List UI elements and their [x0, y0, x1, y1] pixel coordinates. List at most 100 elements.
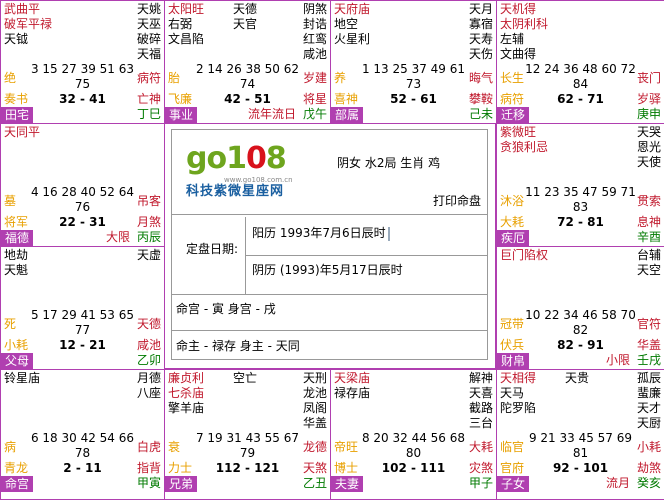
general-god: 亡神 [136, 92, 161, 106]
star-name: 咸池 [302, 47, 327, 61]
print-chart-link[interactable]: 打印命盘 [433, 194, 481, 208]
palace-cell-zi[interactable]: 天梁庙 禄存庙 解神 天喜 截路 三台 8 20 32 44 56 68 80 帝旺 大耗 博士 10… [330, 369, 497, 500]
star-name: 天刑 [302, 371, 327, 385]
left-star-list: 铃星庙 [4, 371, 40, 386]
year-god: 晦气 [468, 71, 493, 85]
palace-name: 事业 [165, 107, 198, 123]
star-name: 文昌陷 [168, 32, 205, 46]
star-name: 陀罗陷 [500, 401, 537, 415]
divider [245, 255, 487, 256]
growth-stage: 绝 [4, 71, 17, 85]
star-name: 贪狼利忌 [500, 140, 549, 154]
growth-stage: 长生 [500, 71, 525, 85]
star-name: 天虚 [136, 248, 161, 262]
star-name: 阴煞 [302, 2, 327, 16]
palace-cell-shen[interactable]: 天机得 太阴利科 左辅 文曲得 12 24 36 48 60 72 84 长生 丧门 病符 62 … [496, 0, 664, 124]
ming-shen-lord: 命主 - 禄存 身主 - 天同 [176, 339, 300, 353]
star-name: 地劫 [4, 248, 29, 262]
growth-stage: 病 [4, 440, 17, 454]
stem-branch: 丁巳 [136, 107, 161, 121]
left-star-list: 天机得 太阴利科 左辅 文曲得 [500, 2, 548, 62]
palace-name: 命宫 [1, 476, 34, 492]
flow-marker: 大限 [105, 230, 130, 244]
palace-cell-chou[interactable]: 廉贞利 七杀庙 擎羊庙 空亡 天刑 龙池 凤阁 华盖 7 19 31 43 55 67 79 衰龙德… [164, 369, 331, 500]
palace-cell-chen[interactable]: 天同平 4 16 28 40 52 64 76 墓吊客 将军 22 - 31 月煞 福德 大限丙… [0, 123, 165, 247]
right-star-list: 天哭 恩光 天使 [637, 125, 661, 170]
divider [172, 294, 487, 295]
divider [172, 330, 487, 331]
star-name: 孤辰 [636, 371, 661, 385]
go108-logo[interactable]: go108 www.go108.com.cn 科技紫微星座网 [186, 142, 293, 200]
center-inner: go108 www.go108.com.cn 科技紫微星座网 阴女 水2局 生肖… [171, 129, 488, 360]
general-god: 指背 [136, 461, 161, 475]
general-god: 息神 [636, 215, 661, 229]
right-star-list: 解神 天喜 截路 三台 [469, 371, 493, 431]
palace-cell-xu[interactable]: 巨门陷权 台辅 天空 10 22 34 46 58 70 82 冠带 官符 伏兵 82 - 91… [496, 246, 664, 370]
left-star-list: 太阳旺 右弼 文昌陷 [168, 2, 204, 47]
logo-tagline: 科技紫微星座网 [186, 184, 285, 199]
star-name: 擎羊庙 [168, 401, 205, 415]
middle-star-list: 天德 天官 [233, 2, 257, 32]
growth-stage: 衰 [168, 440, 181, 454]
year-god: 吊客 [136, 194, 161, 208]
right-star-list: 孤辰 蜚廉 天才 天厨 [637, 371, 661, 431]
year-god: 天德 [136, 317, 161, 331]
star-name: 七杀庙 [168, 386, 205, 400]
growth-stage: 冠带 [500, 317, 525, 331]
star-name: 蜚廉 [636, 386, 661, 400]
star-name: 天才 [636, 401, 661, 415]
star-name: 月德 [136, 371, 161, 385]
star-name: 截路 [468, 401, 493, 415]
star-name: 天空 [636, 263, 661, 277]
left-star-list: 巨门陷权 [500, 248, 548, 263]
right-star-list: 天姚 天巫 破碎 天福 [137, 2, 161, 62]
stem-branch: 乙卯 [136, 353, 161, 367]
growth-stage: 墓 [4, 194, 17, 208]
palace-cell-you[interactable]: 紫微旺 贪狼利忌 天哭 恩光 天使 11 23 35 47 59 71 83 沐浴 贯索 大耗 72… [496, 123, 664, 247]
star-name: 天同平 [4, 125, 41, 139]
year-god: 病符 [136, 71, 161, 85]
palace-cell-wu[interactable]: 太阳旺 右弼 文昌陷 天德 天官 阴煞 封诰 红鸾 咸池 2 14 26 38 50 62 74 胎岁… [164, 0, 331, 124]
right-star-list: 天刑 龙池 凤阁 华盖 [303, 371, 327, 431]
right-star-list: 天月 寡宿 天寿 天伤 [469, 2, 493, 62]
stem-branch: 戊午 [302, 107, 327, 121]
star-name: 天伤 [468, 47, 493, 61]
middle-star-list: 空亡 [233, 371, 257, 386]
palace-name: 父母 [1, 353, 34, 369]
palace-cell-mao[interactable]: 地劫 天魁 天虚 5 17 29 41 53 65 77 死天德 小耗 12 - 21 咸池 父母… [0, 246, 165, 370]
star-name: 火星利 [334, 32, 371, 46]
star-name: 龙池 [302, 386, 327, 400]
middle-star-list: 天贵 [565, 371, 589, 386]
general-god: 天煞 [302, 461, 327, 475]
star-name: 天府庙 [334, 2, 371, 16]
year-god: 大耗 [468, 440, 493, 454]
star-name: 天姚 [136, 2, 161, 16]
year-god: 白虎 [136, 440, 161, 454]
right-star-list: 天虚 [137, 248, 161, 263]
general-god: 灾煞 [468, 461, 493, 475]
palace-name: 子女 [497, 476, 530, 492]
star-name: 台辅 [636, 248, 661, 262]
palace-cell-si[interactable]: 武曲平 破军平禄 天钺 天姚 天巫 破碎 天福 3 15 27 39 51 63 75 绝病符 奏书… [0, 0, 165, 124]
stem-branch: 壬戌 [636, 353, 661, 367]
stem-branch: 乙丑 [302, 476, 327, 490]
growth-stage: 养 [334, 71, 347, 85]
star-name: 天福 [136, 47, 161, 61]
star-name: 天相得 [500, 371, 537, 385]
star-name: 破碎 [136, 32, 161, 46]
year-god: 丧门 [636, 71, 661, 85]
palace-cell-wei[interactable]: 天府庙 地空 火星利 天月 寡宿 天寿 天伤 1 13 25 37 49 61 73 养晦气 喜神 5… [330, 0, 497, 124]
star-name: 左辅 [500, 32, 525, 46]
palace-cell-yin[interactable]: 铃星庙 月德 八座 6 18 30 42 54 66 78 病白虎 青龙 2 - 11 指背 命宫… [0, 369, 165, 500]
palace-cell-hai[interactable]: 天相得 天马 陀罗陷 天贵 孤辰 蜚廉 天才 天厨 9 21 33 45 57 69 81 临官 小耗… [496, 369, 664, 500]
growth-stage: 胎 [168, 71, 181, 85]
center-panel: go108 www.go108.com.cn 科技紫微星座网 阴女 水2局 生肖… [164, 123, 496, 369]
stem-branch: 甲寅 [136, 476, 161, 490]
star-name: 铃星庙 [4, 371, 41, 385]
solar-date: 阳历 1993年7月6日辰时 [252, 226, 390, 241]
general-god: 劫煞 [636, 461, 661, 475]
star-name: 天使 [636, 155, 661, 169]
birth-info: 阴女 水2局 生肖 鸡 [337, 156, 441, 170]
star-name: 巨门陷权 [500, 248, 549, 262]
star-name: 寡宿 [468, 17, 493, 31]
